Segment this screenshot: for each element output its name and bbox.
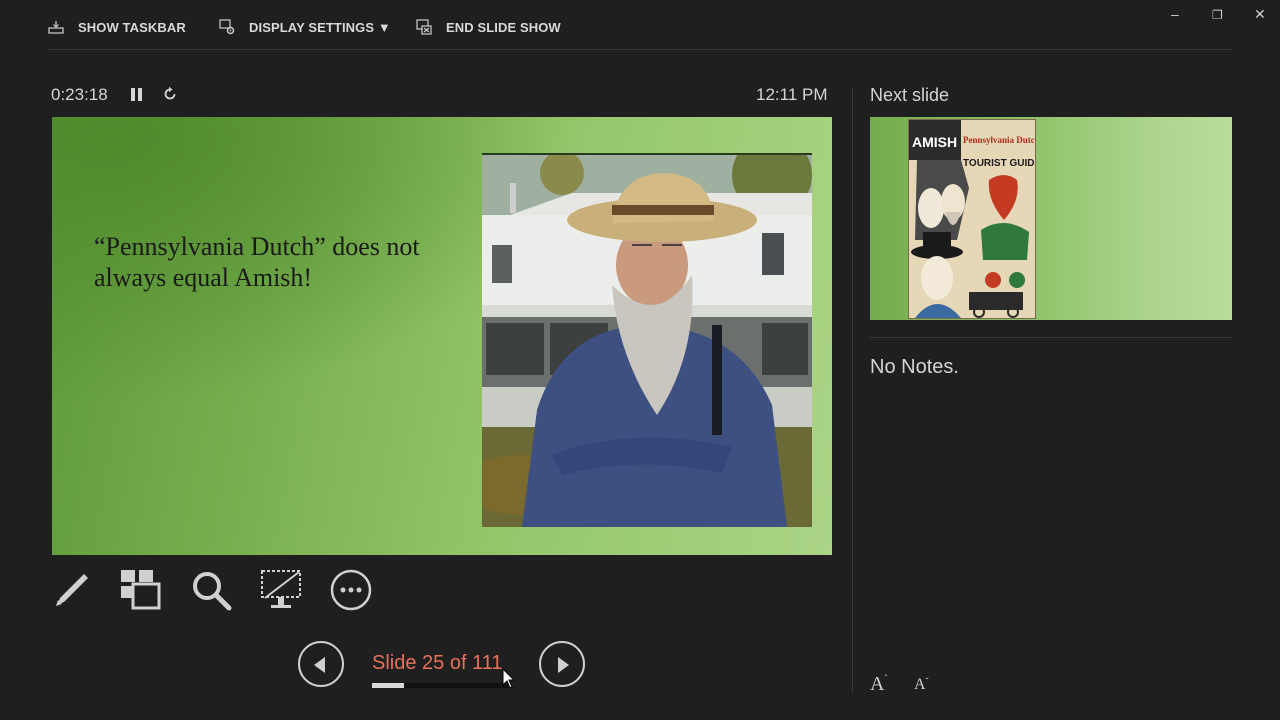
display-settings-label: DISPLAY SETTINGS ▼ (249, 19, 391, 35)
slide-counter[interactable]: Slide 25 of 111 (372, 652, 502, 675)
display-settings-icon (219, 19, 235, 35)
previous-slide-button[interactable] (298, 641, 344, 687)
end-slide-show-icon (416, 19, 432, 35)
close-button[interactable]: ✕ (1254, 6, 1266, 23)
clock: 12:11 PM (756, 85, 828, 104)
toolbar-divider (48, 49, 1232, 50)
amish-man-photo (482, 153, 812, 527)
show-taskbar-label: SHOW TASKBAR (78, 19, 186, 35)
next-slide-label: Next slide (870, 85, 950, 105)
pause-icon[interactable] (131, 88, 142, 101)
next-slide-button[interactable] (539, 641, 585, 687)
next-slide-preview[interactable]: AMISH Pennsylvania Dutch TOURIST GUIDE (870, 117, 1232, 320)
minimize-button[interactable]: – (1171, 6, 1179, 22)
pen-tool-icon[interactable] (50, 568, 94, 612)
speaker-notes: No Notes. (870, 356, 959, 378)
zoom-icon[interactable] (189, 568, 233, 612)
decrease-font-label: A (914, 676, 926, 693)
slide-text: “Pennsylvania Dutch” does not always equ… (94, 232, 420, 292)
show-taskbar-button[interactable]: SHOW TASKBAR (48, 16, 186, 38)
elapsed-timer: 0:23:18 (51, 85, 108, 104)
display-settings-button[interactable]: DISPLAY SETTINGS ▼ (219, 16, 391, 38)
decrease-font-button[interactable]: Aˇ (914, 676, 929, 694)
more-options-icon[interactable] (329, 568, 373, 612)
increase-font-button[interactable]: Aˆ (870, 673, 887, 696)
presenter-toolbar: SHOW TASKBAR DISPLAY SETTINGS ▼ END SLID… (0, 0, 1232, 50)
mouse-cursor-icon (502, 668, 516, 689)
guide-title-pa-dutch: Pennsylvania Dutch (963, 135, 1035, 145)
increase-font-label: A (870, 673, 885, 695)
end-slide-show-label: END SLIDE SHOW (446, 19, 561, 35)
slide-progress-fill (372, 683, 404, 688)
current-slide[interactable]: “Pennsylvania Dutch” does not always equ… (52, 117, 832, 555)
guide-title-amish: AMISH (912, 134, 957, 150)
caret-down-icon: ˇ (925, 676, 929, 686)
notes-divider (870, 337, 1232, 338)
guide-title-tourist: TOURIST GUIDE (963, 158, 1035, 169)
end-slide-show-button[interactable]: END SLIDE SHOW (416, 16, 561, 38)
reset-timer-icon[interactable] (162, 86, 178, 102)
pane-divider (852, 88, 853, 693)
taskbar-icon (48, 21, 64, 34)
caret-up-icon: ˆ (884, 673, 888, 683)
see-all-slides-icon[interactable] (119, 568, 163, 612)
restore-button[interactable]: ❐ (1212, 8, 1223, 22)
black-screen-icon[interactable] (259, 568, 303, 612)
tourist-guide-image: AMISH Pennsylvania Dutch TOURIST GUIDE (908, 119, 1036, 319)
slide-progress-bar (372, 683, 512, 688)
